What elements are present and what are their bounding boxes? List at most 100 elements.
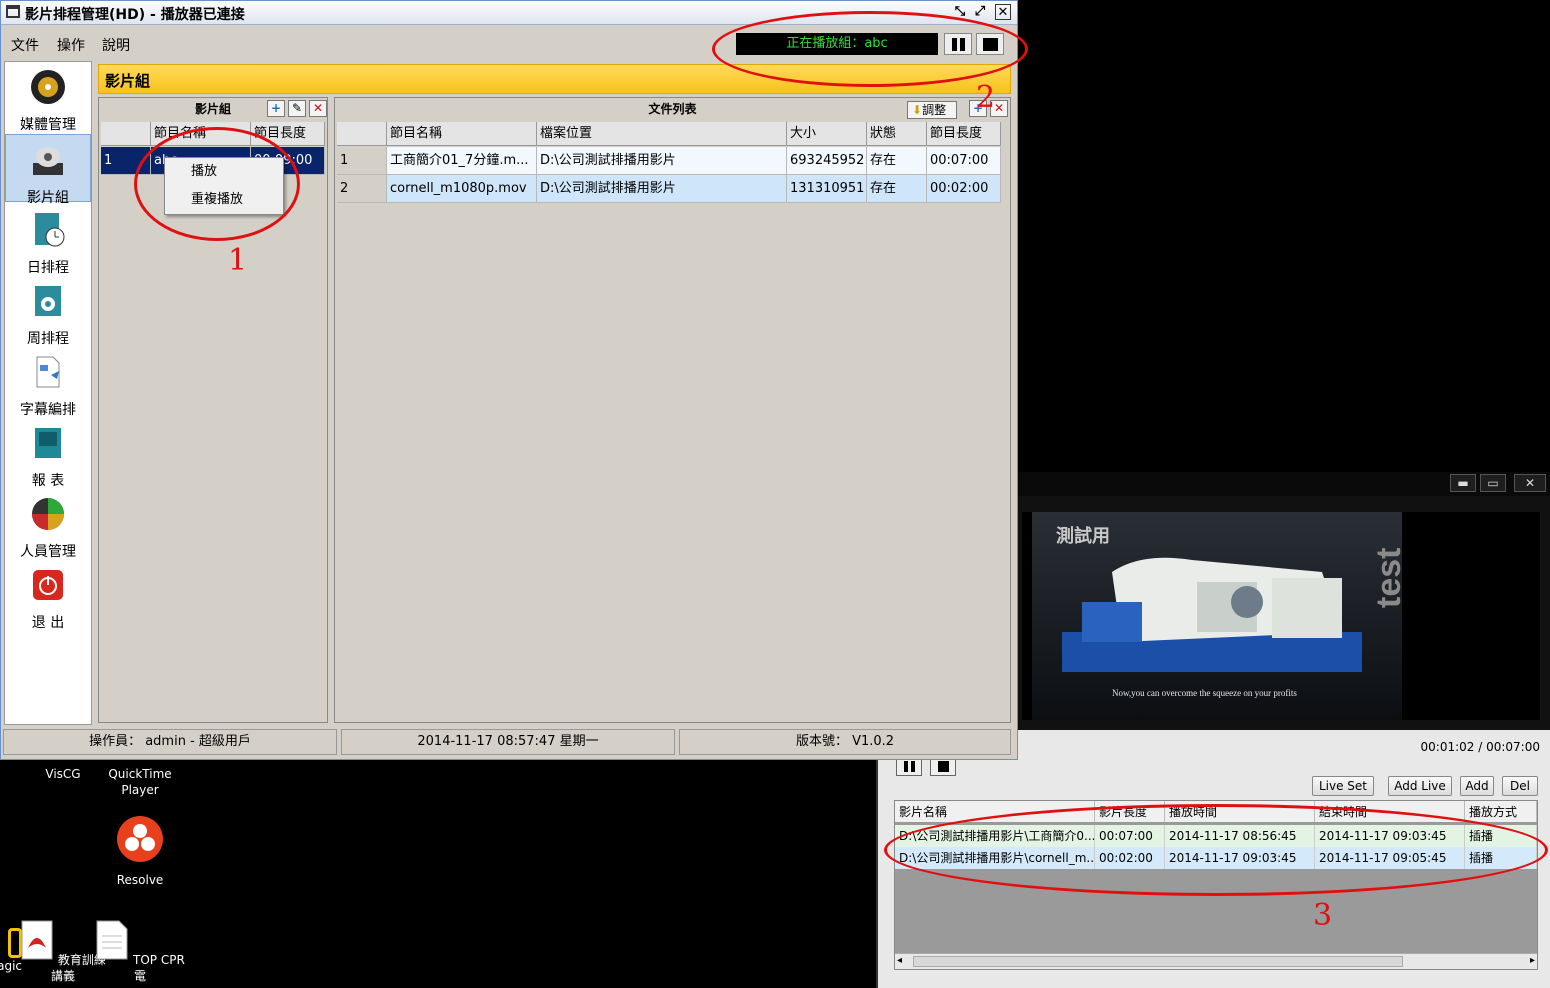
column-header[interactable]: 節目長度 — [927, 122, 1001, 145]
column-header[interactable]: 狀態 — [867, 122, 927, 145]
add-button[interactable]: Add — [1460, 776, 1494, 796]
user-manage-icon — [32, 498, 64, 530]
scroll-thumb[interactable] — [913, 956, 1403, 967]
weekly-schedule-icon — [35, 286, 61, 316]
video-group-icon — [33, 147, 63, 175]
video-frame-image: 測試用 test Now,you can overcome the squeez… — [1032, 512, 1408, 720]
video-watermark-tl: 測試用 — [1056, 525, 1110, 546]
sidebar-item-media[interactable]: 媒體管理 — [5, 62, 91, 133]
sidebar-item-label: 媒體管理 — [20, 117, 76, 133]
desktop-icon-top-cpr[interactable]: TOP CPR 電 — [95, 920, 185, 984]
table-cell: 存在 — [867, 175, 927, 203]
del-button[interactable]: Del — [1502, 776, 1538, 796]
horizontal-scrollbar[interactable]: ◂ ▸ — [895, 953, 1537, 969]
annotation-number-3: 3 — [1313, 898, 1333, 933]
main-window: 影片排程管理(HD) - 播放器已連接 ⤡ ⤢ ✕ 文件 操作 說明 正在播放組… — [0, 0, 1018, 760]
column-header[interactable]: 播放方式 — [1465, 801, 1537, 822]
annotation-circle-2 — [712, 11, 1028, 87]
annotation-circle-1 — [134, 127, 300, 241]
sidebar-item-label: 人員管理 — [20, 544, 76, 560]
status-datetime: 2014-11-17 08:57:47 星期一 — [341, 729, 675, 755]
exit-icon — [33, 570, 63, 600]
sidebar-item-label: 周排程 — [27, 331, 69, 347]
add-live-button[interactable]: Add Live — [1388, 776, 1452, 796]
table-cell: 00:07:00 — [927, 147, 1001, 175]
table-cell: 2 — [337, 175, 387, 203]
table-cell: 00:02:00 — [927, 175, 1001, 203]
live-set-button[interactable]: Live Set — [1312, 776, 1374, 796]
video-preview: 測試用 test Now,you can overcome the squeez… — [1022, 512, 1540, 720]
delete-group-icon[interactable]: ✕ — [309, 100, 327, 117]
menu-bar: 文件 操作 說明 — [1, 29, 701, 57]
sidebar-item-label: 影片組 — [27, 190, 69, 206]
minimize-button[interactable]: ▬ — [1450, 474, 1476, 492]
desktop-icon-quicktime[interactable]: QuickTime Player — [95, 766, 185, 798]
annotation-number-1: 1 — [228, 243, 248, 278]
media-disc-icon — [31, 70, 65, 104]
window-icon — [6, 5, 20, 18]
sidebar-item-label: 字幕編排 — [20, 402, 76, 418]
report-icon — [35, 428, 61, 458]
page-title: 影片組 — [105, 72, 151, 90]
sidebar: 媒體管理 影片組 日排程 周排程 字幕編排 報 表 人員管理 退 出 — [4, 61, 92, 725]
add-group-icon[interactable]: + — [267, 100, 285, 117]
edit-group-icon[interactable]: ✎ — [288, 100, 306, 117]
sidebar-item-report[interactable]: 報 表 — [5, 418, 91, 489]
column-header[interactable] — [337, 122, 387, 145]
sidebar-item-label: 日排程 — [27, 260, 69, 276]
table-cell: 693245952 — [787, 147, 867, 175]
column-header[interactable]: 大小 — [787, 122, 867, 145]
desktop-icon-label: VisCG — [45, 767, 81, 781]
sidebar-item-label: 報 表 — [31, 473, 65, 489]
close-button[interactable]: ✕ — [1514, 474, 1546, 492]
scroll-left-icon[interactable]: ◂ — [897, 954, 902, 968]
window-title: 影片排程管理(HD) - 播放器已連接 — [25, 7, 245, 23]
sidebar-item-video-group[interactable]: 影片組 — [5, 134, 91, 206]
subtitle-icon — [36, 356, 60, 388]
files-panel: 文件列表 ⬇調整 + ✕ 節目名稱 檔案位置 大小 狀態 節目長度 1 工商簡介… — [334, 97, 1011, 723]
table-cell: 131310951 — [787, 175, 867, 203]
annotation-number-2: 2 — [976, 80, 996, 115]
status-bar: 操作員： admin - 超級用戶 2014-11-17 08:57:47 星期… — [3, 729, 1013, 755]
desktop-icon-label: TOP CPR 電 — [133, 953, 185, 983]
table-row[interactable]: 1 工商簡介01_7分鐘.m... D:\公司測試排播用影片 693245952… — [337, 147, 1001, 175]
menu-operation[interactable]: 操作 — [57, 35, 85, 55]
video-subtitle: Now,you can overcome the squeeze on your… — [1112, 688, 1297, 698]
column-header[interactable] — [101, 122, 151, 145]
sidebar-item-exit[interactable]: 退 出 — [5, 560, 91, 631]
document-icon — [96, 920, 128, 960]
daily-schedule-icon — [35, 213, 65, 247]
adjust-label: 調整 — [922, 103, 947, 117]
sidebar-item-daily[interactable]: 日排程 — [5, 205, 91, 276]
status-version: 版本號： V1.0.2 — [679, 729, 1011, 755]
files-table-header: 節目名稱 檔案位置 大小 狀態 節目長度 — [337, 122, 1001, 146]
close-icon[interactable]: ✕ — [995, 4, 1011, 20]
table-cell: 存在 — [867, 147, 927, 175]
column-header[interactable]: 節目名稱 — [387, 122, 537, 145]
desktop-icon-label: Resolve — [116, 873, 164, 887]
table-cell: 1 — [337, 147, 387, 175]
column-header[interactable]: 檔案位置 — [537, 122, 787, 145]
video-watermark-r: test — [1370, 548, 1408, 608]
table-cell: cornell_m1080p.mov — [387, 175, 537, 203]
table-cell: D:\公司測試排播用影片 — [537, 175, 787, 203]
maximize-icon[interactable]: ⤢ — [971, 3, 989, 21]
desktop-icon-label: QuickTime Player — [108, 767, 172, 797]
sidebar-item-subtitle[interactable]: 字幕編排 — [5, 347, 91, 418]
desktop-icon-resolve[interactable]: Resolve — [95, 814, 185, 888]
sidebar-item-weekly[interactable]: 周排程 — [5, 276, 91, 347]
sidebar-item-label: 退 出 — [31, 615, 65, 631]
status-operator: 操作員： admin - 超級用戶 — [3, 729, 337, 755]
menu-help[interactable]: 說明 — [102, 35, 130, 55]
adjust-button[interactable]: ⬇調整 — [907, 101, 957, 119]
player-time: 00:01:02 / 00:07:00 — [1420, 740, 1540, 754]
menu-file[interactable]: 文件 — [11, 35, 39, 55]
resolve-icon — [117, 816, 163, 862]
adjust-icon: ⬇ — [912, 103, 923, 117]
table-row[interactable]: 2 cornell_m1080p.mov D:\公司測試排播用影片 131310… — [337, 175, 1001, 203]
table-cell: 工商簡介01_7分鐘.m... — [387, 147, 537, 175]
annotation-circle-3 — [884, 804, 1548, 896]
maximize-button[interactable]: ▭ — [1480, 474, 1506, 492]
scroll-right-icon[interactable]: ▸ — [1530, 954, 1535, 968]
sidebar-item-users[interactable]: 人員管理 — [5, 489, 91, 560]
